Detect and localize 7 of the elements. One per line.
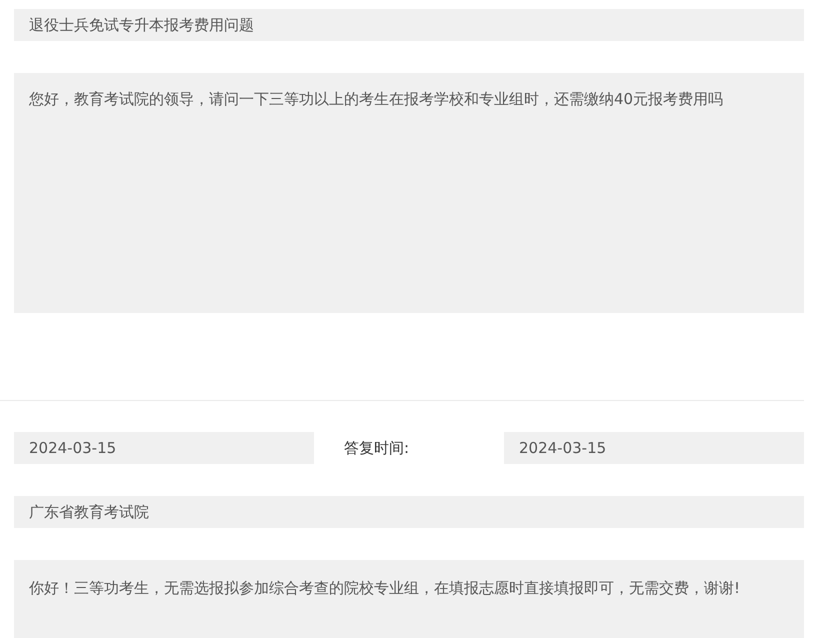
title-field: 退役士兵免试专升本报考费用问题 <box>14 9 804 41</box>
question-box: 您好，教育考试院的领导，请问一下三等功以上的考生在报考学校和专业组时，还需缴纳40元报考费用吗 <box>14 73 804 313</box>
reply-date-field: 2024-03-15 <box>504 432 804 464</box>
reply-time-label: 答复时间: <box>343 438 410 458</box>
department-field: 广东省教育考试院 <box>14 496 804 528</box>
answer-box: 你好！三等功考生，无需选报拟参加综合考查的院校专业组，在填报志愿时直接填报即可，无需交费，谢谢! <box>14 560 804 638</box>
date-field: 2024-03-15 <box>14 432 314 464</box>
